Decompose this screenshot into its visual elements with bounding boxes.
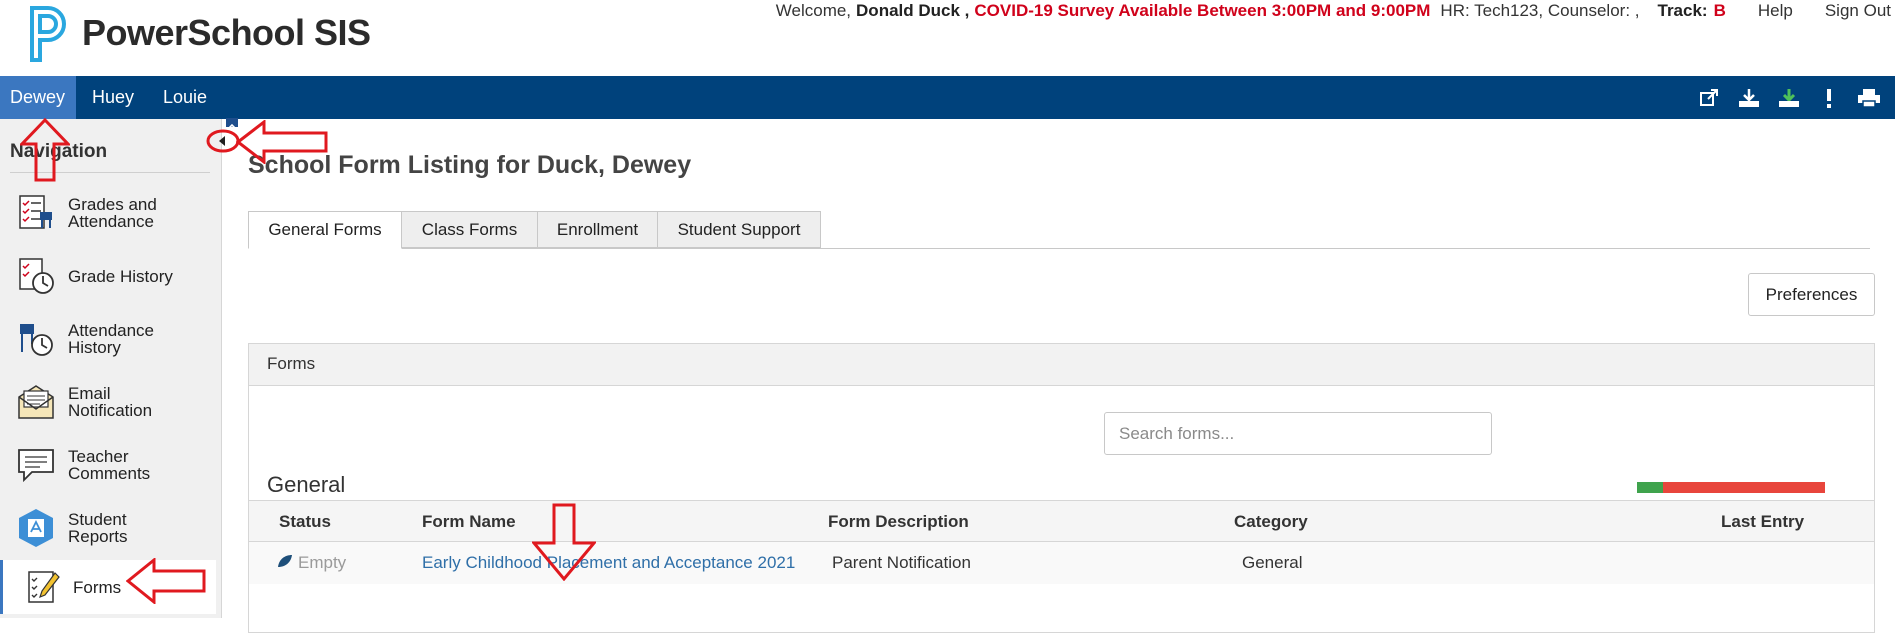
sidebar-item-grade-history[interactable]: Grade History (0, 245, 216, 307)
forms-panel: Forms General Status Form Name Form Desc… (248, 343, 1875, 633)
app-name: PowerSchool SIS (82, 12, 371, 53)
user-info-bar: Welcome, Donald Duck , COVID-19 Survey A… (776, 0, 1895, 22)
download-icon[interactable] (1729, 76, 1769, 119)
sidebar-item-label: Grade History (68, 266, 173, 286)
attendance-history-icon (16, 319, 56, 359)
sidebar-item-student-reports[interactable]: Student Reports (0, 497, 216, 559)
forms-icon (23, 567, 63, 607)
grade-history-icon (16, 256, 56, 296)
track-label: Track: (1657, 1, 1708, 20)
alert-message[interactable]: COVID-19 Survey Available Between 3:00PM… (974, 1, 1430, 21)
sidebar-item-label: Attendance History (68, 321, 155, 357)
toolbar-icons (1689, 76, 1895, 119)
sidebar-item-grades-attendance[interactable]: Grades and Attendance (0, 182, 216, 244)
sign-out-link[interactable]: Sign Out (1825, 1, 1891, 21)
sidebar-item-label: Email Notification (68, 384, 153, 420)
forms-table-header: Status Form Name Form Description Catego… (249, 500, 1874, 542)
sidebar-item-label: Teacher Comments (68, 447, 151, 483)
student-tab-dewey[interactable]: Dewey (0, 76, 76, 119)
student-tab-huey[interactable]: Huey (82, 76, 144, 119)
navigation-sidebar: Navigation Grades and Attendance Grade H… (0, 119, 222, 618)
sidebar-item-label: Grades and Attendance (68, 195, 157, 231)
category-cell: General (1242, 553, 1303, 572)
homeroom-counselor: HR: Tech123, Counselor: , (1440, 1, 1640, 20)
status-text: Empty (298, 553, 347, 572)
column-header-form-description[interactable]: Form Description (828, 501, 969, 543)
forms-panel-header: Forms (249, 344, 1874, 386)
sidebar-item-label: Student Reports (68, 510, 128, 546)
annotation-arrow-down (532, 503, 596, 581)
annotation-arrow-up (20, 118, 70, 182)
annotation-arrow-left-forms (126, 558, 206, 604)
grades-attendance-icon (16, 193, 56, 233)
page-header: PowerSchool SIS Welcome, Donald Duck , C… (0, 0, 1895, 76)
sidebar-item-teacher-comments[interactable]: Teacher Comments (0, 434, 216, 496)
sidebar-item-attendance-history[interactable]: Attendance History (0, 308, 216, 370)
search-forms-input[interactable] (1104, 412, 1492, 455)
column-header-status[interactable]: Status (279, 501, 331, 543)
form-name-link[interactable]: Early Childhood Placement and Acceptance… (422, 542, 795, 584)
sidebar-item-email-notification[interactable]: Email Notification (0, 371, 216, 433)
user-name: Donald Duck , (856, 1, 970, 20)
form-tabs: General Forms Class Forms Enrollment Stu… (248, 211, 1870, 249)
powerschool-p-icon (30, 6, 66, 62)
external-link-icon[interactable] (1689, 76, 1729, 119)
column-header-last-entry[interactable]: Last Entry (1721, 501, 1804, 543)
annotation-arrow-left-collapse (236, 120, 328, 164)
download-green-icon[interactable] (1769, 76, 1809, 119)
completion-progress-bar (1637, 482, 1825, 493)
email-notification-icon (16, 382, 56, 422)
student-nav-bar: Dewey Huey Louie (0, 76, 1895, 119)
status-cell: Empty (277, 542, 346, 584)
print-icon[interactable] (1849, 76, 1889, 119)
section-title-general: General (267, 472, 346, 497)
table-row[interactable]: Empty Early Childhood Placement and Acce… (249, 542, 1874, 584)
completion-progress-fill (1637, 482, 1664, 493)
form-description-cell: Parent Notification (832, 553, 971, 572)
tab-class-forms[interactable]: Class Forms (401, 211, 538, 248)
teacher-comments-icon (16, 445, 56, 485)
student-reports-icon (16, 508, 56, 548)
annotation-circle (206, 129, 240, 153)
tab-enrollment[interactable]: Enrollment (537, 211, 658, 248)
powerschool-logo[interactable]: PowerSchool SIS (28, 4, 371, 62)
tab-student-support[interactable]: Student Support (657, 211, 821, 248)
column-header-form-name[interactable]: Form Name (422, 501, 516, 543)
main-content: School Form Listing for Duck, Dewey Gene… (223, 119, 1895, 633)
alert-icon[interactable] (1809, 76, 1849, 119)
track-value: B (1713, 1, 1726, 20)
column-header-category[interactable]: Category (1234, 501, 1308, 543)
tab-general-forms[interactable]: General Forms (248, 211, 402, 249)
help-link[interactable]: Help (1758, 1, 1793, 21)
student-tab-louie[interactable]: Louie (153, 76, 217, 119)
welcome-text: Welcome, (775, 1, 852, 20)
leaf-status-icon (277, 542, 293, 584)
preferences-button[interactable]: Preferences (1748, 273, 1875, 316)
